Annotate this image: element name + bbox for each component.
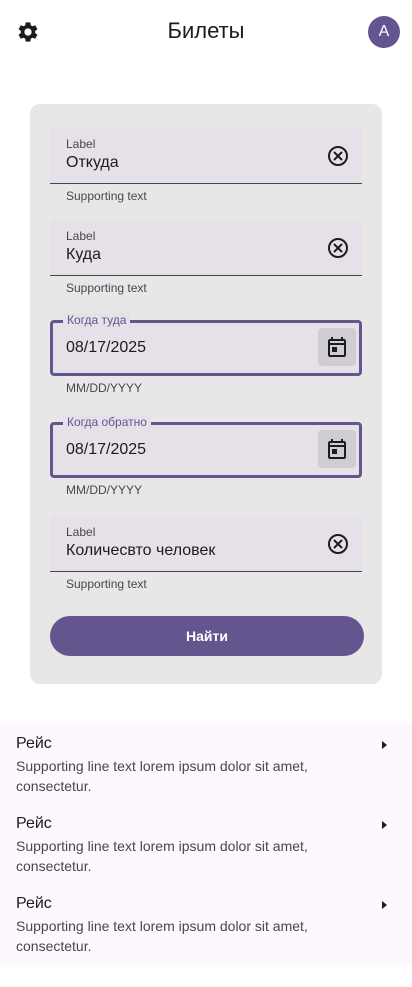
to-supporting-text: Supporting text bbox=[66, 281, 147, 295]
to-field-value: Куда bbox=[66, 246, 102, 263]
list-item-title: Рейс bbox=[16, 815, 52, 832]
arrow-right-icon bbox=[376, 737, 392, 753]
list-item[interactable]: Рейс Supporting line text lorem ipsum do… bbox=[0, 803, 412, 883]
page-title: Билеты bbox=[167, 18, 245, 43]
people-supporting-text: Supporting text bbox=[66, 577, 147, 591]
people-field-label: Label bbox=[66, 525, 96, 539]
avatar[interactable]: A bbox=[368, 16, 400, 48]
flight-list: Рейс Supporting line text lorem ipsum do… bbox=[0, 723, 412, 965]
calendar-icon[interactable] bbox=[318, 328, 356, 366]
arrow-right-icon bbox=[376, 897, 392, 913]
search-button[interactable]: Найти bbox=[50, 616, 364, 656]
people-field[interactable]: Label Количесвто человек bbox=[50, 516, 362, 572]
depart-date-label: Когда туда bbox=[63, 313, 131, 327]
from-field-value: Откуда bbox=[66, 154, 119, 171]
to-field[interactable]: Label Куда bbox=[50, 220, 362, 276]
arrow-right-icon bbox=[376, 817, 392, 833]
depart-date-field[interactable]: Когда туда 08/17/2025 bbox=[50, 313, 362, 376]
top-app-bar: Билеты A bbox=[0, 0, 412, 64]
return-date-label: Когда обратно bbox=[63, 415, 151, 429]
list-item-subtitle: Supporting line text lorem ipsum dolor s… bbox=[16, 758, 308, 794]
to-field-label: Label bbox=[66, 229, 96, 243]
list-item-subtitle: Supporting line text lorem ipsum dolor s… bbox=[16, 918, 308, 954]
list-item-subtitle: Supporting line text lorem ipsum dolor s… bbox=[16, 838, 308, 874]
from-field[interactable]: Label Откуда bbox=[50, 128, 362, 184]
clear-icon[interactable] bbox=[326, 144, 350, 168]
clear-icon[interactable] bbox=[326, 532, 350, 556]
return-date-field[interactable]: Когда обратно 08/17/2025 bbox=[50, 415, 362, 478]
list-item[interactable]: Рейс Supporting line text lorem ipsum do… bbox=[0, 883, 412, 963]
return-date-value: 08/17/2025 bbox=[66, 441, 147, 458]
people-field-value: Количесвто человек bbox=[66, 542, 216, 559]
list-item-title: Рейс bbox=[16, 895, 52, 912]
from-supporting-text: Supporting text bbox=[66, 189, 147, 203]
depart-date-value: 08/17/2025 bbox=[66, 339, 147, 356]
clear-icon[interactable] bbox=[326, 236, 350, 260]
return-supporting-text: MM/DD/YYYY bbox=[66, 483, 143, 497]
list-item[interactable]: Рейс Supporting line text lorem ipsum do… bbox=[0, 723, 412, 803]
from-field-label: Label bbox=[66, 137, 96, 151]
list-item-title: Рейс bbox=[16, 735, 52, 752]
calendar-icon[interactable] bbox=[318, 430, 356, 468]
depart-supporting-text: MM/DD/YYYY bbox=[66, 381, 143, 395]
